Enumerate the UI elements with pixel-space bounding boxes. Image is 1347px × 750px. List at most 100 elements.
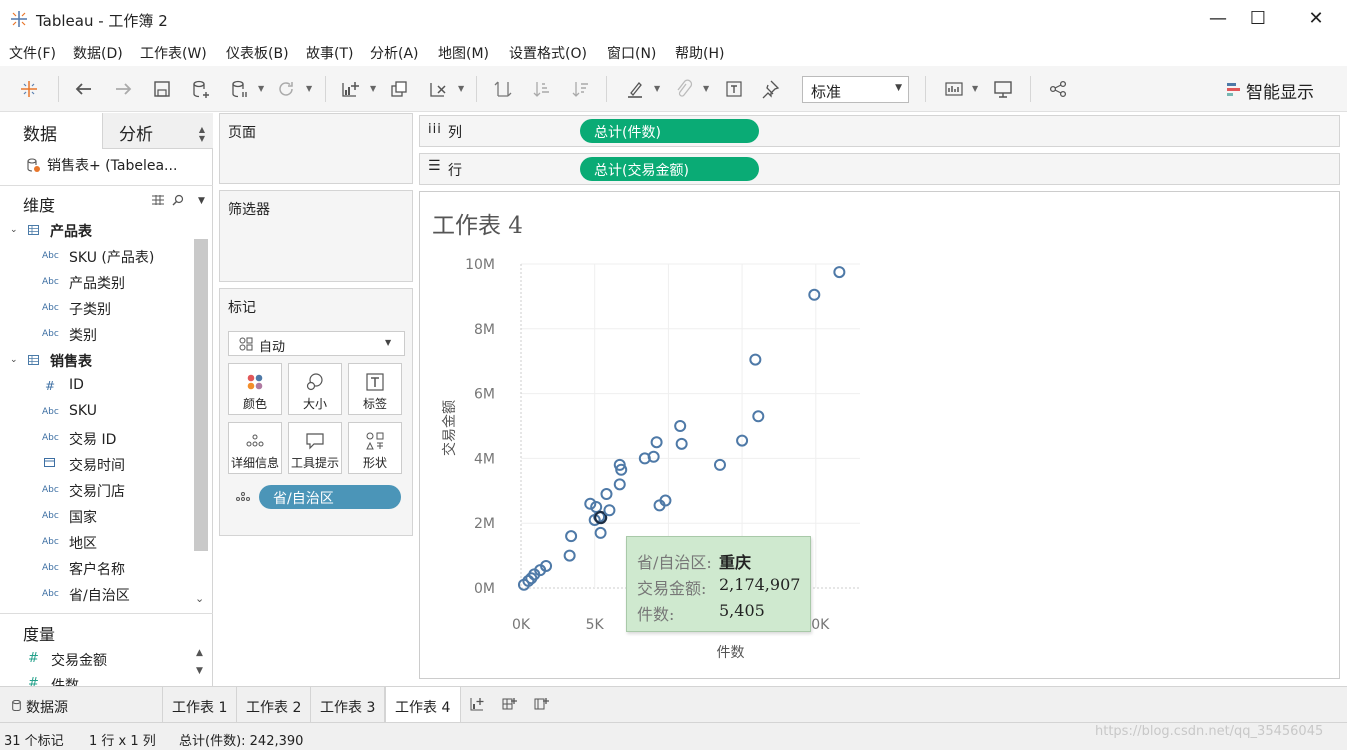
detail-button[interactable]: 详细信息	[228, 422, 282, 474]
show-mark-labels-icon[interactable]	[721, 76, 747, 102]
group-members-icon[interactable]	[670, 76, 696, 102]
chevron-down-icon[interactable]: ▼	[198, 196, 205, 206]
new-datasource-icon[interactable]	[188, 76, 214, 102]
field-item[interactable]: 交易 ID	[69, 429, 116, 449]
columns-shelf[interactable]: iii 列 总计(件数)	[419, 115, 1340, 147]
tab-sheet-4[interactable]: 工作表 4	[385, 687, 461, 722]
scatter-point[interactable]	[674, 420, 687, 432]
close-button[interactable]: ✕	[1296, 6, 1336, 32]
scatter-point[interactable]	[749, 353, 762, 366]
table-name[interactable]: 销售表	[50, 351, 92, 371]
dropdown-arrow-icon[interactable]: ▼	[654, 84, 660, 93]
save-icon[interactable]	[149, 76, 175, 102]
show-cards-icon[interactable]	[941, 76, 967, 102]
refresh-icon[interactable]	[273, 76, 299, 102]
share-icon[interactable]	[1045, 76, 1071, 102]
field-item[interactable]: 国家	[69, 507, 97, 527]
dropdown-arrow-icon[interactable]: ▼	[458, 84, 464, 93]
undo-icon[interactable]	[71, 76, 97, 102]
tab-analysis[interactable]: 分析 ▲ ▼	[102, 113, 213, 149]
field-item[interactable]: 交易时间	[69, 455, 125, 475]
maximize-button[interactable]: ☐	[1238, 6, 1278, 32]
menu-map[interactable]: 地图(M)	[438, 43, 489, 63]
field-item[interactable]: 类别	[69, 325, 97, 345]
tab-data[interactable]: 数据	[0, 113, 102, 149]
tableau-home-icon[interactable]	[16, 76, 42, 102]
pages-shelf[interactable]: 页面	[219, 113, 413, 184]
dropdown-arrow-icon[interactable]: ▼	[972, 84, 978, 93]
scatter-point[interactable]	[594, 526, 607, 539]
menu-analysis[interactable]: 分析(A)	[370, 43, 419, 63]
search-icon[interactable]	[172, 194, 184, 206]
dropdown-arrow-icon[interactable]: ▼	[306, 84, 312, 93]
menu-worksheet[interactable]: 工作表(W)	[140, 43, 207, 63]
field-item[interactable]: 交易门店	[69, 481, 125, 501]
scatter-point[interactable]	[613, 478, 626, 491]
rows-pill[interactable]: 总计(交易金额)	[580, 157, 759, 181]
new-worksheet-icon[interactable]	[469, 696, 485, 712]
table-name[interactable]: 产品表	[50, 221, 92, 241]
tooltip-button[interactable]: 工具提示	[288, 422, 342, 474]
columns-pill[interactable]: 总计(件数)	[580, 119, 759, 143]
highlight-icon[interactable]	[622, 76, 648, 102]
new-dashboard-icon[interactable]	[501, 696, 517, 712]
shape-button[interactable]: 形状	[348, 422, 402, 474]
collapse-caret-icon[interactable]: ⌄	[10, 355, 18, 365]
field-item[interactable]: 产品类别	[69, 273, 125, 293]
grid-view-icon[interactable]	[152, 195, 164, 205]
scroll-down-icon[interactable]: ▼	[196, 666, 203, 676]
field-item[interactable]: ID	[69, 377, 84, 393]
menu-file[interactable]: 文件(F)	[9, 43, 56, 63]
scatter-point[interactable]	[600, 488, 613, 501]
collapse-caret-icon[interactable]: ⌄	[10, 225, 18, 235]
new-worksheet-icon[interactable]	[337, 76, 363, 102]
field-item[interactable]: 省/自治区	[69, 585, 130, 605]
scatter-point[interactable]	[752, 410, 765, 423]
duplicate-sheet-icon[interactable]	[386, 76, 412, 102]
scrollbar-thumb[interactable]	[194, 239, 208, 551]
scroll-up-icon[interactable]: ▲	[196, 648, 203, 658]
dropdown-arrow-icon[interactable]: ▼	[258, 84, 264, 93]
menu-story[interactable]: 故事(T)	[306, 43, 353, 63]
tab-sheet-2[interactable]: 工作表 2	[237, 687, 311, 722]
dropdown-arrow-icon[interactable]: ▼	[370, 84, 376, 93]
scatter-point[interactable]	[808, 288, 821, 301]
mark-type-select[interactable]: 自动 ▼	[228, 331, 405, 356]
menu-window[interactable]: 窗口(N)	[607, 43, 656, 63]
scatter-point[interactable]	[650, 436, 663, 449]
scatter-point[interactable]	[833, 266, 846, 279]
menu-format[interactable]: 设置格式(O)	[509, 43, 587, 63]
pin-axes-icon[interactable]	[757, 76, 783, 102]
redo-icon[interactable]	[110, 76, 136, 102]
tab-datasource[interactable]: 数据源	[0, 687, 163, 722]
scatter-point[interactable]	[603, 504, 616, 517]
scatter-point[interactable]	[565, 530, 578, 543]
fit-select[interactable]: 标准 ▼	[802, 76, 909, 103]
rows-shelf[interactable]: ☰ 行 总计(交易金额)	[419, 153, 1340, 185]
detail-pill[interactable]: 省/自治区	[259, 485, 401, 509]
minimize-button[interactable]: —	[1198, 6, 1238, 32]
tab-sheet-1[interactable]: 工作表 1	[163, 687, 237, 722]
tab-sheet-3[interactable]: 工作表 3	[311, 687, 385, 722]
scatter-chart[interactable]: 0M2M4M6M8M10M0K5K10K15K20K件数交易金额	[420, 192, 1341, 680]
color-button[interactable]: 颜色	[228, 363, 282, 415]
field-item[interactable]: SKU (产品表)	[69, 247, 154, 267]
dimensions-scrollbar[interactable]: ⌄	[192, 239, 210, 605]
scatter-point[interactable]	[675, 437, 688, 450]
pause-updates-icon[interactable]	[227, 76, 253, 102]
measure-item[interactable]: 件数	[51, 675, 79, 686]
menu-help[interactable]: 帮助(H)	[675, 43, 724, 63]
dropdown-arrow-icon[interactable]: ▼	[703, 84, 709, 93]
field-item[interactable]: 子类别	[69, 299, 111, 319]
filters-shelf[interactable]: 筛选器	[219, 190, 413, 282]
sort-ascending-icon[interactable]	[529, 76, 555, 102]
field-item[interactable]: 地区	[69, 533, 97, 553]
scatter-point[interactable]	[713, 458, 726, 471]
scatter-point[interactable]	[563, 549, 576, 562]
presentation-mode-icon[interactable]	[990, 76, 1016, 102]
label-button[interactable]: 标签	[348, 363, 402, 415]
menu-dashboard[interactable]: 仪表板(B)	[226, 43, 289, 63]
field-item[interactable]: SKU	[69, 403, 97, 419]
measure-item[interactable]: 交易金额	[51, 650, 107, 670]
sort-descending-icon[interactable]	[568, 76, 594, 102]
